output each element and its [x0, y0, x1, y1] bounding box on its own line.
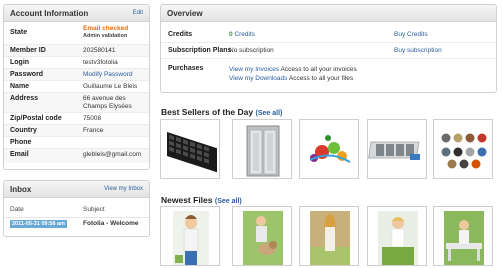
- edit-account-link[interactable]: Edit: [133, 10, 143, 16]
- buy-subscription-link[interactable]: Buy subscription: [394, 47, 442, 54]
- downloads-description: Access to all your files: [288, 75, 354, 82]
- account-panel-title: Account Information: [10, 9, 89, 18]
- member-id-value: 202580141: [83, 47, 116, 54]
- state-label: State: [10, 29, 28, 36]
- modify-password-link[interactable]: Modify Password: [83, 71, 149, 79]
- login-value: testv3fotolia: [83, 59, 118, 66]
- overview-panel: Overview Credits 0 Credits Buy Credits S…: [160, 4, 497, 93]
- account-row-password: Password Modify Password: [4, 69, 149, 81]
- credits-count: 0: [229, 31, 233, 38]
- overview-panel-title: Overview: [167, 9, 203, 18]
- account-panel-header: Account Information Edit: [4, 5, 149, 22]
- email-value: glebleis@gmail.com: [83, 151, 142, 158]
- phone-label: Phone: [10, 139, 32, 146]
- newest-file-thumbnail[interactable]: [160, 206, 220, 266]
- inbox-message-subject[interactable]: Fotolia - Welcome: [83, 220, 139, 227]
- state-value: Email checked Admin validation: [83, 25, 149, 40]
- newest-file-thumbnail[interactable]: [367, 206, 427, 266]
- newest-file-thumbnail[interactable]: [433, 206, 493, 266]
- best-sellers-heading: Best Sellers of the Day (See all): [161, 107, 282, 117]
- country-label: Country: [10, 127, 37, 134]
- newest-file-thumbnail[interactable]: [299, 206, 359, 266]
- account-information-panel: Account Information Edit State Email che…: [3, 4, 150, 170]
- best-sellers-see-all-link[interactable]: (See all): [256, 110, 283, 117]
- woman-in-field-image: [300, 207, 358, 265]
- view-invoices-link[interactable]: View my Invoices: [229, 66, 279, 73]
- address-label: Address: [10, 95, 39, 102]
- best-seller-thumbnail[interactable]: [367, 119, 427, 179]
- member-id-label: Member ID: [10, 47, 46, 54]
- zip-label: Zip/Postal code: [10, 115, 62, 122]
- account-row-state: State Email checked Admin validation: [4, 23, 149, 45]
- buy-credits-link[interactable]: Buy Credits: [394, 31, 428, 38]
- address-value: 66 avenue des Champs Elysées: [83, 95, 132, 110]
- invoices-description: Access to all your invoices: [280, 66, 357, 73]
- woman-on-bench-image: [434, 207, 492, 265]
- view-downloads-link[interactable]: View my Downloads: [229, 75, 287, 82]
- newest-file-thumbnail[interactable]: [232, 206, 292, 266]
- child-in-garden-image: [368, 207, 426, 265]
- best-seller-thumbnail[interactable]: [232, 119, 292, 179]
- account-row-zip: Zip/Postal code 75008: [4, 113, 149, 125]
- credits-value: 0 Credits: [229, 31, 255, 38]
- inbox-panel-header: Inbox View my Inbox: [4, 181, 149, 198]
- overview-panel-header: Overview: [161, 5, 496, 22]
- purchases-links: View my Invoices Access to all your invo…: [229, 65, 357, 83]
- inbox-panel-title: Inbox: [10, 185, 32, 194]
- overview-row-purchases: Purchases View my Invoices Access to all…: [161, 61, 496, 91]
- girl-gardening-image: [161, 207, 219, 265]
- best-seller-thumbnail[interactable]: [160, 119, 220, 179]
- zip-value: 75008: [83, 115, 102, 122]
- elevator-image: [233, 120, 291, 178]
- account-row-name: Name Guillaume Le Bleis: [4, 81, 149, 93]
- 3d-word-image: [368, 120, 426, 178]
- overview-row-subscriptions: Subscription Plans No subscription Buy s…: [161, 43, 496, 59]
- newest-files-title: Newest Files: [161, 195, 213, 205]
- subscription-plans-label: Subscription Plans: [168, 47, 232, 54]
- password-label: Password: [10, 71, 44, 78]
- account-row-country: Country France: [4, 125, 149, 137]
- woman-with-dog-image: [233, 207, 291, 265]
- best-seller-thumbnail[interactable]: [433, 119, 493, 179]
- inbox-subject-header: Subject: [83, 206, 105, 213]
- purchases-label: Purchases: [168, 65, 204, 72]
- email-label: Email: [10, 151, 29, 158]
- view-inbox-link[interactable]: View my Inbox: [104, 186, 143, 192]
- login-label: Login: [10, 59, 30, 66]
- country-value: France: [83, 127, 104, 134]
- subscription-value: No subscription: [229, 47, 274, 54]
- account-row-address: Address 66 avenue des Champs Elysées: [4, 93, 149, 113]
- inbox-message-date: 2011-05-31 09:58 am: [10, 220, 67, 228]
- newest-files-heading: Newest Files (See all): [161, 195, 242, 205]
- inbox-date-header: Date: [10, 206, 24, 213]
- name-value: Guillaume Le Bleis: [83, 83, 138, 90]
- credits-link[interactable]: Credits: [234, 31, 255, 38]
- overview-row-credits: Credits 0 Credits Buy Credits: [161, 27, 496, 43]
- account-row-member-id: Member ID 202580141: [4, 45, 149, 57]
- account-row-phone: Phone: [4, 137, 149, 149]
- newest-files-see-all-link[interactable]: (See all): [215, 198, 242, 205]
- best-seller-thumbnail[interactable]: [299, 119, 359, 179]
- inbox-message-row[interactable]: 2011-05-31 09:58 am Fotolia - Welcome: [4, 217, 149, 229]
- buttons-set-image: [434, 120, 492, 178]
- state-status: Email checked: [83, 25, 129, 32]
- state-sub-status: Admin validation: [83, 33, 128, 39]
- credits-label: Credits: [168, 31, 193, 38]
- account-row-login: Login testv3fotolia: [4, 57, 149, 69]
- keyboard-image: [161, 120, 219, 178]
- inbox-panel: Inbox View my Inbox Date Subject 2011-05…: [3, 180, 150, 237]
- name-label: Name: [10, 83, 30, 90]
- best-sellers-title: Best Sellers of the Day: [161, 107, 254, 117]
- fruit-splash-image: [300, 120, 358, 178]
- account-row-email: Email glebleis@gmail.com: [4, 149, 149, 163]
